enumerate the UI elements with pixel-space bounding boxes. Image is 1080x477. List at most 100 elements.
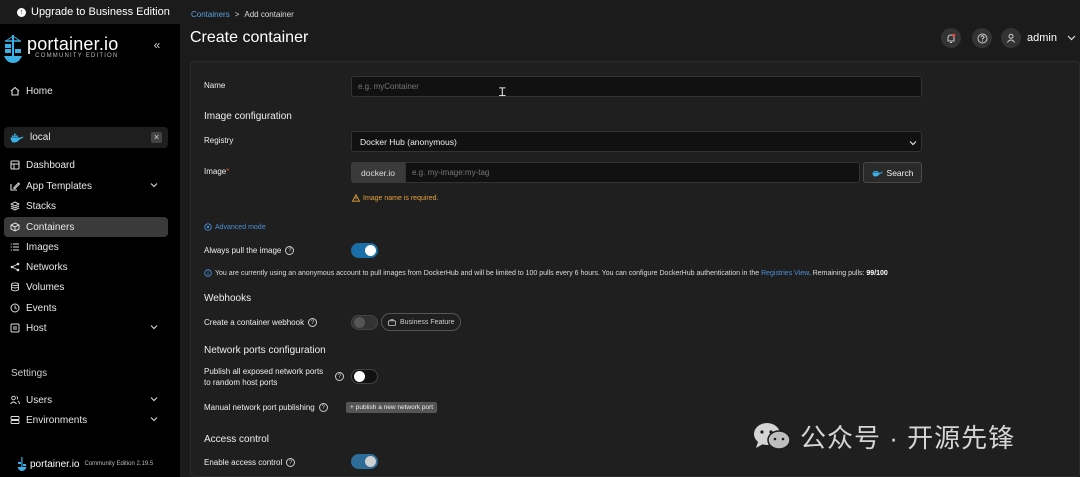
toggle-knob bbox=[365, 245, 376, 256]
sidebar-item-stacks[interactable]: Stacks bbox=[4, 196, 168, 216]
access-control-toggle[interactable] bbox=[351, 454, 378, 469]
warning-icon bbox=[352, 194, 360, 202]
always-pull-toggle[interactable] bbox=[351, 243, 378, 258]
help-icon: ? bbox=[308, 318, 318, 328]
registries-view-link[interactable]: Registries View bbox=[761, 270, 809, 277]
sidebar-item-app-templates[interactable]: App Templates bbox=[4, 176, 168, 196]
chevron-down-icon bbox=[909, 139, 917, 147]
sidebar-item-users[interactable]: Users bbox=[4, 390, 168, 410]
user-avatar[interactable] bbox=[1001, 28, 1021, 48]
notifications-button[interactable] bbox=[941, 28, 961, 48]
sidebar-item-label: Networks bbox=[26, 261, 68, 273]
settings-heading: Settings bbox=[11, 368, 48, 379]
footer-brand-name: portainer.io bbox=[30, 458, 80, 470]
sidebar-item-label: Containers bbox=[26, 221, 75, 233]
image-input[interactable]: e.g. my-image:my-tag bbox=[405, 162, 860, 183]
host-icon bbox=[10, 323, 20, 333]
search-image-button[interactable]: Search bbox=[863, 162, 922, 183]
sidebar-item-label: Users bbox=[26, 394, 53, 406]
main-content: Containers > Add container Create contai… bbox=[180, 0, 1080, 477]
sidebar-item-label: Images bbox=[26, 241, 59, 253]
sidebar-item-events[interactable]: Events bbox=[4, 298, 168, 318]
toggle-knob bbox=[354, 317, 365, 328]
image-configuration-heading: Image configuration bbox=[204, 111, 292, 122]
webhook-label: Create a container webhook? bbox=[204, 318, 318, 328]
sidebar: ↑ Upgrade to Business Edition portainer.… bbox=[0, 0, 180, 477]
watermark-text: 公众号 · 开源先锋 bbox=[800, 423, 1016, 453]
name-placeholder: e.g. myContainer bbox=[358, 82, 419, 91]
webhooks-heading: Webhooks bbox=[204, 293, 252, 304]
publish-new-port-button[interactable]: + publish a new network port bbox=[346, 402, 438, 413]
chevron-down-icon bbox=[150, 395, 158, 403]
breadcrumb-current: Add container bbox=[244, 10, 294, 19]
chevron-down-icon bbox=[150, 181, 158, 189]
arrow-up-icon: ↑ bbox=[17, 7, 26, 17]
sidebar-item-dashboard[interactable]: Dashboard bbox=[4, 155, 168, 175]
text-cursor-icon: Ɪ bbox=[499, 85, 506, 99]
create-container-form: Name e.g. myContainer Image configuratio… bbox=[190, 61, 1080, 477]
chevron-down-icon bbox=[150, 415, 158, 423]
sidebar-item-label: Stacks bbox=[26, 200, 57, 212]
sidebar-item-networks[interactable]: Networks bbox=[4, 257, 168, 277]
sidebar-item-home[interactable]: Home bbox=[4, 81, 168, 101]
stacks-icon bbox=[10, 201, 20, 211]
brand-edition: COMMUNITY EDITION bbox=[35, 53, 119, 59]
business-feature-badge: Business Feature bbox=[381, 313, 462, 331]
sidebar-item-label: Home bbox=[26, 85, 53, 97]
breadcrumb-containers-link[interactable]: Containers bbox=[191, 10, 230, 19]
registry-label: Registry bbox=[204, 136, 234, 145]
help-icon bbox=[977, 33, 988, 44]
container-icon bbox=[10, 222, 20, 232]
brand-logo[interactable]: portainer.io COMMUNITY EDITION bbox=[3, 34, 118, 64]
sidebar-item-label: Volumes bbox=[26, 281, 65, 293]
sidebar-item-host[interactable]: Host bbox=[4, 318, 168, 338]
sidebar-item-images[interactable]: Images bbox=[4, 237, 168, 257]
page-title: Create container bbox=[190, 29, 309, 46]
publish-new-port-label: publish a new network port bbox=[355, 404, 434, 411]
footer-edition: Community Edition 2.19.5 bbox=[84, 461, 154, 467]
collapse-sidebar-button[interactable]: « bbox=[150, 38, 164, 52]
list-icon bbox=[10, 242, 20, 252]
close-environment-button[interactable]: × bbox=[151, 132, 162, 143]
chevron-down-icon bbox=[150, 323, 158, 331]
image-warning: Image name is required. bbox=[352, 194, 438, 202]
dockerhub-info-text: You are currently using an anonymous acc… bbox=[204, 269, 888, 277]
sidebar-item-environments[interactable]: Environments bbox=[4, 410, 168, 430]
webhook-toggle[interactable] bbox=[351, 315, 378, 330]
footer-brand: portainer.io Community Edition 2.19.5 bbox=[17, 457, 153, 471]
help-icon: ? bbox=[335, 372, 344, 381]
user-menu-button[interactable]: admin bbox=[1027, 32, 1057, 44]
publish-all-label: Publish all exposed network ports to rand… bbox=[204, 367, 324, 387]
registry-select[interactable]: Docker Hub (anonymous) bbox=[351, 131, 922, 152]
registry-value: Docker Hub (anonymous) bbox=[360, 136, 457, 147]
help-icon: ? bbox=[318, 403, 328, 413]
sidebar-item-label: Dashboard bbox=[26, 159, 75, 171]
help-icon: ? bbox=[285, 246, 295, 256]
info-icon bbox=[204, 269, 212, 277]
portainer-logo-icon bbox=[3, 34, 23, 64]
upgrade-banner[interactable]: ↑ Upgrade to Business Edition bbox=[0, 0, 180, 24]
image-label: Image* bbox=[204, 167, 230, 176]
plus-icon: + bbox=[350, 404, 354, 411]
brand-name: portainer.io bbox=[27, 34, 119, 54]
enable-access-label: Enable access control? bbox=[204, 458, 296, 468]
wechat-icon bbox=[752, 421, 792, 453]
name-input[interactable]: e.g. myContainer bbox=[351, 76, 922, 97]
sidebar-item-volumes[interactable]: Volumes bbox=[4, 277, 168, 297]
database-icon bbox=[10, 282, 20, 292]
help-button[interactable] bbox=[972, 28, 992, 48]
users-icon bbox=[10, 395, 20, 405]
image-registry-prefix: docker.io bbox=[351, 162, 405, 183]
network-ports-heading: Network ports configuration bbox=[204, 345, 326, 356]
settings-icon bbox=[204, 223, 212, 231]
advanced-mode-link[interactable]: Advanced mode bbox=[204, 223, 266, 231]
image-placeholder: e.g. my-image:my-tag bbox=[412, 168, 490, 177]
docker-icon bbox=[871, 169, 883, 177]
environment-selector[interactable]: local × bbox=[4, 127, 168, 148]
image-warning-text: Image name is required. bbox=[363, 194, 439, 202]
publish-all-toggle[interactable] bbox=[351, 369, 378, 384]
dashboard-icon bbox=[10, 160, 20, 170]
sidebar-item-label: Events bbox=[26, 302, 57, 314]
chevron-down-icon[interactable] bbox=[1067, 33, 1076, 42]
sidebar-item-containers[interactable]: Containers bbox=[4, 217, 168, 237]
